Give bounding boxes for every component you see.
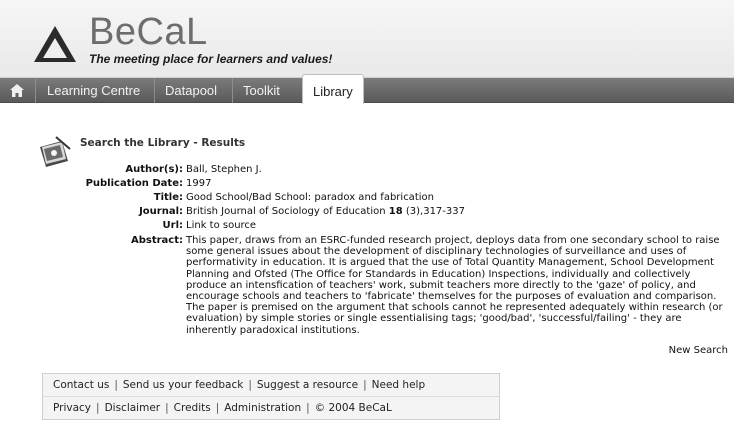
main-nav: Learning Centre Datapool Toolkit Library <box>0 74 734 104</box>
help-link[interactable]: Need help <box>372 379 425 391</box>
new-search-link[interactable]: New Search <box>669 345 728 356</box>
tab-datapool[interactable]: Datapool <box>165 82 217 99</box>
home-icon[interactable] <box>10 84 24 97</box>
nav-divider <box>154 78 155 103</box>
tab-toolkit[interactable]: Toolkit <box>243 82 280 99</box>
becal-logo-icon[interactable] <box>32 24 78 64</box>
journal-volume: 18 <box>388 206 403 217</box>
source-link[interactable]: Link to source <box>186 220 256 232</box>
author-value: Ball, Stephen J. <box>186 164 262 175</box>
contact-link[interactable]: Contact us <box>53 379 109 391</box>
footer-separator: | <box>306 402 310 414</box>
site-header: BeCaL The meeting place for learners and… <box>0 0 734 78</box>
footer-separator: | <box>248 379 252 391</box>
title-value: Good School/Bad School: paradox and fabr… <box>186 192 434 203</box>
date-label: Publication Date: <box>85 178 183 189</box>
feedback-link[interactable]: Send us your feedback <box>123 379 243 391</box>
footer-separator: | <box>363 379 367 391</box>
author-label: Author(s): <box>125 164 183 175</box>
journal-pages: (3),317-337 <box>405 206 465 217</box>
date-value: 1997 <box>186 178 212 189</box>
footer-links-row: Contact us | Send us your feedback | Suggest… <box>43 374 499 397</box>
privacy-link[interactable]: Privacy <box>53 402 91 414</box>
copyright-text: © 2004 BeCaL <box>314 402 392 414</box>
nav-divider <box>232 78 233 103</box>
journal-value: British Journal of Sociology of Educatio… <box>186 206 465 218</box>
footer-separator: | <box>165 402 169 414</box>
title-label: Title: <box>153 192 183 203</box>
footer-separator: | <box>96 402 100 414</box>
tagline: The meeting place for learners and value… <box>89 52 333 66</box>
footer-separator: | <box>215 402 220 414</box>
abstract-label: Abstract: <box>130 235 183 246</box>
nav-divider <box>35 78 36 103</box>
credits-link[interactable]: Credits <box>174 402 211 414</box>
journal-name: British Journal of Sociology of Educatio… <box>186 206 386 217</box>
disclaimer-link[interactable]: Disclaimer <box>105 402 161 414</box>
abstract-text: This paper, draws from an ESRC-funded re… <box>186 235 723 336</box>
site-footer: Contact us | Send us your feedback | Suggest… <box>42 373 500 420</box>
url-label: Url: <box>162 220 183 231</box>
tab-library[interactable]: Library <box>302 74 364 104</box>
footer-separator: | <box>114 379 118 391</box>
administration-link[interactable]: Administration <box>224 402 301 414</box>
tab-learning-centre[interactable]: Learning Centre <box>47 82 140 99</box>
brand-name[interactable]: BeCaL <box>89 12 208 52</box>
journal-label: Journal: <box>139 206 183 217</box>
footer-info-row: Privacy | Disclaimer | Credits | Administratio… <box>43 397 499 420</box>
suggest-resource-link[interactable]: Suggest a resource <box>257 379 358 391</box>
results-title: Search the Library - Results <box>80 137 246 149</box>
